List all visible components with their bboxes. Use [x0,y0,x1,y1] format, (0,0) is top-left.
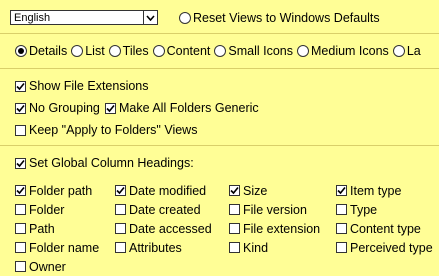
column-checkbox[interactable] [15,261,26,272]
column-label: File version [243,202,307,217]
view-mode-details-label: Details [29,44,68,58]
column-label: Folder name [29,240,100,255]
make-all-folders-generic-option[interactable]: Make All Folders Generic [105,101,259,115]
view-mode-group: Details List Tiles Content Small Icons M… [15,44,421,58]
view-mode-list[interactable]: List [71,44,108,58]
column-item[interactable]: File version [229,200,320,219]
keep-apply-to-folders-checkbox[interactable] [15,124,26,136]
column-checkbox[interactable] [115,204,126,215]
column-item[interactable]: Folder [15,200,99,219]
column-label: Item type [350,183,402,198]
reset-views-option[interactable]: Reset Views to Windows Defaults [179,11,380,25]
column-checkbox[interactable] [336,204,347,215]
view-mode-large-icons-label: La [406,44,421,58]
column-label: Path [29,221,55,236]
view-mode-tiles-radio[interactable] [108,45,121,57]
column-checkbox[interactable] [229,223,240,234]
column-item[interactable]: Date accessed [115,219,212,238]
keep-apply-to-folders-label: Keep "Apply to Folders" Views [29,123,198,137]
column-checkbox[interactable] [115,223,126,234]
column-checkbox[interactable] [15,185,26,196]
column-label: Date accessed [129,221,212,236]
view-mode-content-label: Content [166,44,211,58]
show-file-extensions-checkbox[interactable] [15,80,26,92]
column-checkbox[interactable] [115,185,126,196]
column-checkbox[interactable] [229,185,240,196]
column-checkbox[interactable] [15,242,26,253]
no-grouping-label: No Grouping [29,101,100,115]
chevron-down-icon[interactable] [143,11,157,24]
reset-views-label: Reset Views to Windows Defaults [193,11,380,25]
column-label: Owner [29,259,66,274]
column-item[interactable]: File extension [229,219,320,238]
view-mode-details-radio[interactable] [15,45,27,57]
column-item[interactable]: Date created [115,200,212,219]
column-item[interactable]: Date modified [115,181,212,200]
column-label: Folder [29,202,65,217]
view-mode-medium-icons-radio[interactable] [297,45,309,57]
language-select-value: English [14,11,51,24]
column-item[interactable]: Type [336,200,433,219]
column-label: Attributes [129,240,182,255]
column-item[interactable]: Size [229,181,320,200]
column-checkbox[interactable] [336,185,347,196]
column-item[interactable]: Perceived type [336,238,433,257]
column-checkbox[interactable] [336,223,347,234]
view-mode-medium-icons[interactable]: Medium Icons [297,44,393,58]
column-group-3: Size File version File extension Kind [229,181,320,257]
view-mode-list-label: List [85,44,105,58]
make-all-folders-generic-checkbox[interactable] [105,102,116,114]
column-item[interactable]: Kind [229,238,320,257]
column-label: Date modified [129,183,207,198]
column-item[interactable]: Content type [336,219,433,238]
column-item[interactable]: Owner [15,257,99,276]
column-checkbox[interactable] [15,223,26,234]
set-global-column-headings-option[interactable]: Set Global Column Headings: [15,156,194,170]
column-label: Folder path [29,183,93,198]
reset-views-radio[interactable] [179,12,191,24]
column-label: Date created [129,202,201,217]
column-group-1: Folder path Folder Path Folder name Owne… [15,181,99,276]
column-label: Content type [350,221,421,236]
view-mode-content-radio[interactable] [152,45,165,57]
make-all-folders-generic-label: Make All Folders Generic [119,101,259,115]
column-group-4: Item type Type Content type Perceived ty… [336,181,433,257]
view-mode-large-icons-radio[interactable] [392,45,405,57]
column-checkbox[interactable] [229,242,240,253]
column-item[interactable]: Folder path [15,181,99,200]
column-label: Type [350,202,378,217]
set-global-column-headings-label: Set Global Column Headings: [29,156,194,170]
set-global-column-headings-checkbox[interactable] [15,157,26,169]
column-label: Size [243,183,268,198]
column-item[interactable]: Attributes [115,238,212,257]
keep-apply-to-folders-option[interactable]: Keep "Apply to Folders" Views [15,123,197,137]
no-grouping-checkbox[interactable] [15,102,26,114]
view-mode-tiles-label: Tiles [122,44,149,58]
view-mode-list-radio[interactable] [71,45,84,57]
view-mode-medium-icons-label: Medium Icons [311,44,389,58]
view-mode-large-icons[interactable]: La [392,44,421,58]
column-checkbox[interactable] [115,242,126,253]
view-mode-small-icons-label: Small Icons [228,44,293,58]
no-grouping-option[interactable]: No Grouping [15,101,100,115]
column-label: File extension [243,221,321,236]
column-label: Perceived type [350,240,433,255]
column-checkbox[interactable] [229,204,240,215]
show-file-extensions-label: Show File Extensions [29,79,149,93]
show-file-extensions-option[interactable]: Show File Extensions [15,79,149,93]
view-mode-tiles[interactable]: Tiles [108,44,153,58]
view-mode-details[interactable]: Details [15,44,71,58]
column-item[interactable]: Path [15,219,99,238]
view-mode-small-icons[interactable]: Small Icons [214,44,297,58]
column-checkbox[interactable] [336,242,347,253]
column-item[interactable]: Item type [336,181,433,200]
view-mode-small-icons-radio[interactable] [214,45,227,57]
column-group-2: Date modified Date created Date accessed… [115,181,212,257]
language-select[interactable]: English [10,10,158,25]
column-checkbox[interactable] [15,204,26,215]
view-mode-content[interactable]: Content [152,44,215,58]
column-label: Kind [243,240,269,255]
column-item[interactable]: Folder name [15,238,99,257]
